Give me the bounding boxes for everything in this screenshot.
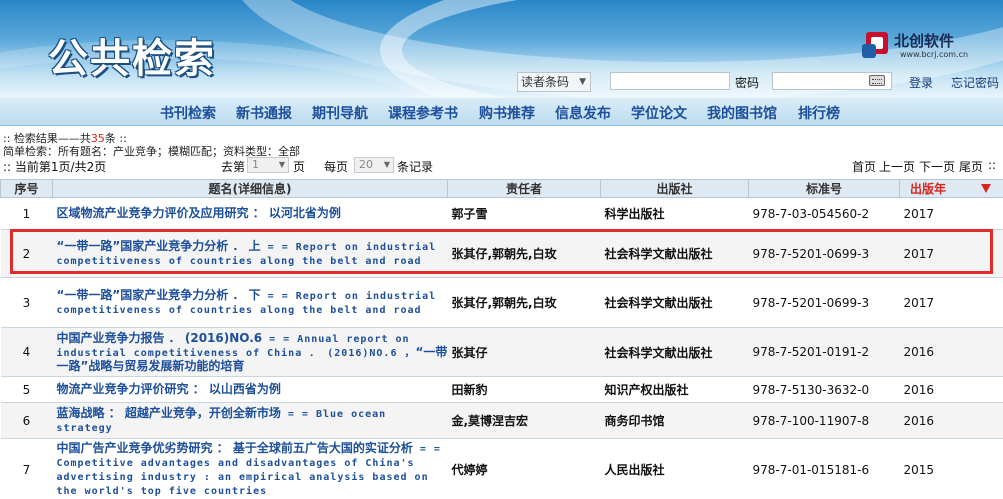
- goto-label: 去第: [221, 160, 246, 174]
- nav-item-book-search[interactable]: 书刊检索: [160, 103, 216, 123]
- book-title-link[interactable]: 蓝海战略 ： 超越产业竞争，开创全新市场 = = Blue ocean stra…: [52, 402, 448, 439]
- col-header-title[interactable]: 题名(详细信息): [52, 179, 448, 198]
- table-row: 6 蓝海战略 ： 超越产业竞争，开创全新市场 = = Blue ocean st…: [0, 402, 1003, 439]
- results-table: 序号 题名(详细信息) 责任者 出版社 标准号 出版年 1 区域物流产业竞争力评…: [0, 179, 1003, 499]
- publisher: 社会科学文献出版社: [600, 327, 749, 377]
- author: 田新豹: [447, 376, 601, 403]
- book-title-link[interactable]: 区域物流产业竞争力评价及应用研究 ： 以河北省为例: [52, 197, 448, 230]
- brand-url: www.bcrj.com.cn: [900, 50, 969, 59]
- reader-type-select[interactable]: 读者条码 ▼: [517, 72, 591, 92]
- isbn: 978-7-5201-0191-2: [748, 327, 900, 377]
- table-row: 1 区域物流产业竞争力评价及应用研究 ： 以河北省为例 郭子雪 科学出版社 97…: [0, 197, 1003, 230]
- header-banner: 公共检索 北创软件 www.bcrj.com.cn 读者条码 ▼ 密码 登录 忘…: [0, 0, 1003, 98]
- isbn: 978-7-5201-0699-3: [748, 229, 900, 278]
- author: 郭子雪: [447, 197, 601, 230]
- pager-bar: :: 当前第1页/共2页 去第 1 ▼ 页 每页 20 ▼ 条记录 首页 上一页 下…: [0, 157, 1003, 174]
- publisher: 知识产权出版社: [600, 376, 749, 403]
- pub-year: 2017: [899, 197, 1003, 230]
- col-header-author[interactable]: 责任者: [447, 179, 601, 198]
- isbn: 978-7-5130-3632-0: [748, 376, 900, 403]
- per-page-suffix: 条记录: [397, 160, 434, 174]
- table-row: 7 中国广告产业竞争优劣势研究 ： 基于全球前五广告大国的实证分析 = = Co…: [0, 438, 1003, 499]
- login-bar: 读者条码 ▼ 密码 登录 忘记密码: [517, 72, 1003, 92]
- col-header-publisher[interactable]: 出版社: [600, 179, 749, 198]
- forgot-password-link[interactable]: 忘记密码: [951, 74, 999, 91]
- author: 金,莫博涅吉宏: [447, 402, 601, 439]
- nav-item-new-books[interactable]: 新书通报: [236, 103, 292, 123]
- sort-desc-icon[interactable]: [981, 184, 991, 193]
- pub-year: 2017: [899, 277, 1003, 328]
- nav-item-course-books[interactable]: 课程参考书: [388, 103, 458, 123]
- nav-item-my-library[interactable]: 我的图书馆: [707, 103, 777, 123]
- goto-page-select[interactable]: 1 ▼: [247, 157, 289, 173]
- brand-logo-icon: [862, 32, 888, 58]
- isbn: 978-7-01-015181-6: [748, 438, 900, 499]
- pub-year: 2017: [899, 229, 1003, 278]
- table-row: 2 “一带一路”国家产业竞争力分析 ． 上 = = Report on indu…: [0, 229, 1003, 278]
- isbn: 978-7-5201-0699-3: [748, 277, 900, 328]
- col-header-isbn[interactable]: 标准号: [748, 179, 900, 198]
- brand-logo: 北创软件 www.bcrj.com.cn: [862, 30, 986, 66]
- chevron-down-icon: ▼: [579, 77, 586, 87]
- table-header-row: 序号 题名(详细信息) 责任者 出版社 标准号 出版年: [0, 179, 1003, 198]
- publisher: 科学出版社: [600, 197, 749, 230]
- chevron-down-icon: ▼: [383, 160, 390, 169]
- pager-end: ::: [988, 158, 997, 172]
- col-header-year[interactable]: 出版年: [899, 179, 1003, 198]
- site-title: 公共检索: [48, 35, 216, 82]
- pub-year: 2016: [899, 376, 1003, 403]
- reader-barcode-input[interactable]: [610, 72, 730, 90]
- current-page-info: :: 当前第1页/共2页: [3, 160, 107, 174]
- chevron-down-icon: ▼: [278, 160, 285, 169]
- per-page-select[interactable]: 20 ▼: [354, 157, 394, 173]
- first-page-link[interactable]: 首页: [852, 158, 876, 175]
- publisher: 商务印书馆: [600, 402, 749, 439]
- author: 张其仔,郭朝先,白玫: [447, 277, 601, 328]
- main-nav: 书刊检索 新书通报 期刊导航 课程参考书 购书推荐 信息发布 学位论文 我的图书…: [0, 98, 1003, 126]
- pub-year: 2015: [899, 438, 1003, 499]
- reader-type-value: 读者条码: [521, 75, 570, 89]
- login-button[interactable]: 登录: [909, 74, 933, 91]
- table-row: 4 中国产业竞争力报告 ． (2016)NO.6 = = Annual repo…: [0, 327, 1003, 377]
- book-title-link[interactable]: 中国广告产业竞争优劣势研究 ： 基于全球前五广告大国的实证分析 = = Comp…: [52, 438, 448, 499]
- book-title-link[interactable]: 物流产业竞争力评价研究 ： 以山西省为例: [52, 376, 448, 403]
- row-number: 5: [0, 376, 53, 403]
- next-page-link[interactable]: 下一页: [919, 158, 955, 175]
- col-header-no[interactable]: 序号: [0, 179, 53, 198]
- goto-suffix: 页: [293, 160, 306, 174]
- keyboard-icon[interactable]: [869, 75, 885, 86]
- row-number: 2: [0, 229, 53, 278]
- last-page-link[interactable]: 尾页: [959, 158, 983, 175]
- brand-name: 北创软件: [894, 32, 955, 50]
- nav-item-announcements[interactable]: 信息发布: [555, 103, 611, 123]
- table-row: 3 “一带一路”国家产业竞争力分析 ． 下 = = Report on indu…: [0, 277, 1003, 328]
- table-row: 5 物流产业竞争力评价研究 ： 以山西省为例 田新豹 知识产权出版社 978-7…: [0, 376, 1003, 403]
- author: 代婷婷: [447, 438, 601, 499]
- pub-year: 2016: [899, 327, 1003, 377]
- password-label: 密码: [735, 76, 760, 90]
- pub-year: 2016: [899, 402, 1003, 439]
- row-number: 6: [0, 402, 53, 439]
- nav-item-journal-nav[interactable]: 期刊导航: [312, 103, 368, 123]
- book-title-link[interactable]: “一带一路”国家产业竞争力分析 ． 上 = = Report on indust…: [52, 229, 448, 278]
- publisher: 社会科学文献出版社: [600, 229, 749, 278]
- nav-item-purchase-recommend[interactable]: 购书推荐: [479, 103, 535, 123]
- author: 张其仔,郭朝先,白玫: [447, 229, 601, 278]
- publisher: 人民出版社: [600, 438, 749, 499]
- publisher: 社会科学文献出版社: [600, 277, 749, 328]
- per-page-label: 每页: [324, 160, 349, 174]
- isbn: 978-7-100-11907-8: [748, 402, 900, 439]
- row-number: 1: [0, 197, 53, 230]
- row-number: 3: [0, 277, 53, 328]
- row-number: 7: [0, 438, 53, 499]
- book-title-link[interactable]: 中国产业竞争力报告 ． (2016)NO.6 = = Annual report…: [52, 327, 448, 377]
- isbn: 978-7-03-054560-2: [748, 197, 900, 230]
- nav-item-rankings[interactable]: 排行榜: [798, 103, 840, 123]
- row-number: 4: [0, 327, 53, 377]
- book-title-link[interactable]: “一带一路”国家产业竞争力分析 ． 下 = = Report on indust…: [52, 277, 448, 328]
- author: 张其仔: [447, 327, 601, 377]
- prev-page-link[interactable]: 上一页: [879, 158, 915, 175]
- nav-item-theses[interactable]: 学位论文: [631, 103, 687, 123]
